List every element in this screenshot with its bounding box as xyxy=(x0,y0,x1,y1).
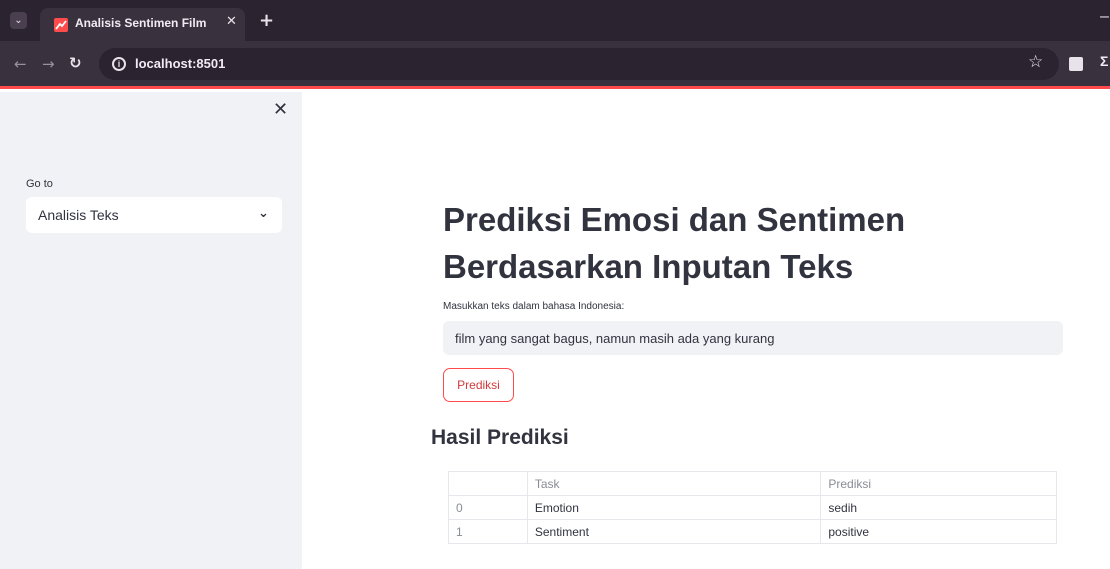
url-omnibox[interactable]: i localhost:8501 xyxy=(99,48,1059,80)
browser-tab-bar: ⌄ Analisis Sentimen Film ✕ + – xyxy=(0,0,1110,41)
chevron-down-icon: ⌄ xyxy=(258,206,269,221)
url-text: localhost:8501 xyxy=(135,56,226,71)
sidebar-close-icon[interactable]: ✕ xyxy=(273,99,288,120)
row-task[interactable]: Sentiment xyxy=(526,519,822,544)
table-row: 0 Emotion sedih xyxy=(448,495,1057,520)
text-input-label: Masukkan teks dalam bahasa Indonesia: xyxy=(443,301,625,312)
streamlit-favicon-icon xyxy=(54,18,68,32)
goto-label: Go to xyxy=(26,178,53,190)
minimize-icon[interactable]: – xyxy=(1100,8,1110,28)
row-task[interactable]: Emotion xyxy=(526,495,822,520)
table-row: 1 Sentiment positive xyxy=(448,519,1057,544)
row-index: 0 xyxy=(448,495,528,520)
page-select[interactable]: Analisis Teks ⌄ xyxy=(26,197,282,233)
site-info-icon[interactable]: i xyxy=(112,57,126,71)
tab-search-icon[interactable]: ⌄ xyxy=(10,12,27,29)
tab-close-icon[interactable]: ✕ xyxy=(226,14,237,29)
browser-address-bar: ← → ↻ i localhost:8501 ☆ Σ xyxy=(0,41,1110,89)
page-title-line2: Berdasarkan Inputan Teks xyxy=(443,248,854,285)
extension-icon[interactable] xyxy=(1069,57,1083,71)
table-header-row: Task Prediksi xyxy=(448,471,1057,496)
page-select-value: Analisis Teks xyxy=(38,207,119,223)
row-prediksi[interactable]: sedih xyxy=(820,495,1057,520)
page-title-line1: Prediksi Emosi dan Sentimen xyxy=(443,201,906,238)
predict-button[interactable]: Prediksi xyxy=(443,368,514,402)
sidebar: ✕ Go to Analisis Teks ⌄ xyxy=(0,92,302,569)
table-header-task[interactable]: Task xyxy=(526,471,822,496)
table-header-prediksi[interactable]: Prediksi xyxy=(820,471,1057,496)
result-table: Task Prediksi 0 Emotion sedih 1 Sentimen… xyxy=(448,471,1057,544)
reload-icon[interactable]: ↻ xyxy=(69,54,82,72)
sigma-icon[interactable]: Σ xyxy=(1100,53,1108,69)
text-input[interactable] xyxy=(443,321,1063,355)
page-title: Prediksi Emosi dan Sentimen Berdasarkan … xyxy=(443,196,1043,290)
main-content: Prediksi Emosi dan Sentimen Berdasarkan … xyxy=(302,92,1110,569)
row-index: 1 xyxy=(448,519,528,544)
browser-tab[interactable]: Analisis Sentimen Film ✕ xyxy=(40,8,245,41)
row-prediksi[interactable]: positive xyxy=(820,519,1057,544)
bookmark-star-icon[interactable]: ☆ xyxy=(1028,52,1043,72)
forward-icon[interactable]: → xyxy=(42,55,55,73)
result-heading: Hasil Prediksi xyxy=(431,426,569,449)
tab-title: Analisis Sentimen Film xyxy=(75,16,207,30)
back-icon[interactable]: ← xyxy=(14,55,27,73)
table-header-index[interactable] xyxy=(448,471,528,496)
new-tab-icon[interactable]: + xyxy=(259,10,274,31)
